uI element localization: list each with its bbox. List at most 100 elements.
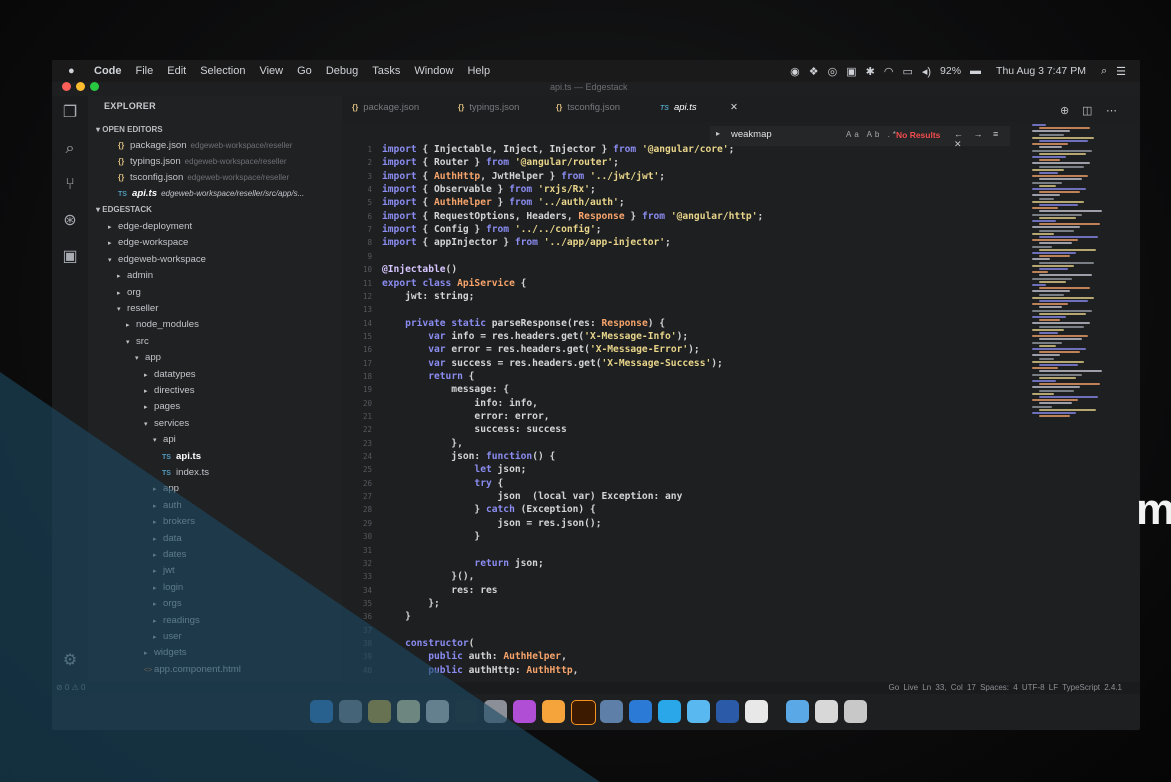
- debug-icon[interactable]: ⊛: [61, 212, 79, 230]
- notes-icon[interactable]: [397, 700, 420, 723]
- document-icon[interactable]: [426, 700, 449, 723]
- folder-icon[interactable]: [786, 700, 809, 723]
- tree-item[interactable]: ▸ login: [153, 580, 183, 595]
- tree-item[interactable]: ▾ api: [153, 432, 176, 447]
- tree-item[interactable]: <> app.component.html: [144, 662, 241, 677]
- problems-indicator[interactable]: ⊘ 0 ⚠ 0: [56, 683, 85, 692]
- preview-icon[interactable]: [600, 700, 623, 723]
- minimize-window-icon[interactable]: [76, 82, 85, 91]
- menu-help[interactable]: Help: [467, 65, 490, 77]
- skype-icon[interactable]: [658, 700, 681, 723]
- system-preferences-icon[interactable]: [484, 700, 507, 723]
- word-icon[interactable]: [716, 700, 739, 723]
- menu-selection[interactable]: Selection: [200, 65, 245, 77]
- files-icon[interactable]: ❐: [61, 104, 79, 122]
- tree-item[interactable]: ▸ dates: [153, 547, 186, 562]
- more-actions-icon[interactable]: ⋯: [1106, 104, 1117, 117]
- extensions-icon[interactable]: ▣: [61, 248, 79, 266]
- tree-item[interactable]: ▾ reseller: [117, 301, 158, 316]
- launchpad-icon[interactable]: [339, 700, 362, 723]
- tree-item[interactable]: ▸ jwt: [153, 563, 175, 578]
- volume-icon[interactable]: ◂): [922, 65, 931, 78]
- split-editor-icon[interactable]: ◫: [1082, 104, 1092, 117]
- slack-icon[interactable]: [745, 700, 768, 723]
- tree-item[interactable]: TS index.ts: [162, 465, 209, 480]
- photo-icon[interactable]: ▣: [846, 65, 856, 78]
- menu-view[interactable]: View: [259, 65, 283, 77]
- tree-item[interactable]: ▸ orgs: [153, 596, 182, 611]
- tree-item[interactable]: ▸ auth: [153, 498, 182, 513]
- tab-typings-json[interactable]: {} typings.json: [458, 102, 519, 113]
- minimap[interactable]: [1032, 124, 1110, 424]
- trash-icon[interactable]: [844, 700, 867, 723]
- tree-item[interactable]: TS api.ts: [162, 449, 201, 464]
- phpstorm-icon[interactable]: [513, 700, 536, 723]
- tab-package-json[interactable]: {} package.json: [352, 102, 419, 113]
- finder-icon[interactable]: [310, 700, 333, 723]
- open-editor-tsconfig-json[interactable]: {} tsconfig.json edgeweb-workspace/reselle…: [118, 170, 289, 185]
- tab-tsconfig-json[interactable]: {} tsconfig.json: [556, 102, 620, 113]
- zoom-window-icon[interactable]: [90, 82, 99, 91]
- tree-item[interactable]: ▸ node_modules: [126, 317, 199, 332]
- illustrator-icon[interactable]: [571, 700, 596, 725]
- clock[interactable]: Thu Aug 3 7:47 PM: [996, 65, 1086, 77]
- menu-window[interactable]: Window: [414, 65, 453, 77]
- check-circle-icon[interactable]: ◉: [790, 65, 800, 78]
- apple-icon[interactable]: ●: [68, 65, 82, 77]
- tree-item[interactable]: ▾ app: [135, 350, 161, 365]
- menu-edit[interactable]: Edit: [167, 65, 186, 77]
- airplay-icon[interactable]: ▭: [902, 65, 912, 78]
- tree-item[interactable]: ▸ pages: [144, 399, 180, 414]
- menu-go[interactable]: Go: [297, 65, 312, 77]
- tree-item[interactable]: ▸ edge-deployment: [108, 219, 192, 234]
- downloads-icon[interactable]: [815, 700, 838, 723]
- menu-app[interactable]: Code: [94, 65, 122, 77]
- tree-item[interactable]: ▸ edge-workspace: [108, 235, 188, 250]
- sketch-icon[interactable]: [542, 700, 565, 723]
- terminal-icon[interactable]: [455, 700, 478, 723]
- open-editors-header[interactable]: ▾ OPEN EDITORS: [96, 125, 163, 134]
- menu-debug[interactable]: Debug: [326, 65, 358, 77]
- menu-tasks[interactable]: Tasks: [372, 65, 400, 77]
- battery-icon[interactable]: ▬: [970, 65, 981, 77]
- spotlight-icon[interactable]: ⌕: [1101, 65, 1107, 78]
- tree-item[interactable]: ▸ datatypes: [144, 367, 196, 382]
- wifi-icon[interactable]: ◠: [884, 65, 894, 78]
- tree-item[interactable]: ▸ readings: [153, 613, 200, 628]
- tree-item[interactable]: ▸ app: [153, 481, 179, 496]
- tree-item[interactable]: ▸ widgets: [144, 645, 187, 660]
- chrome-icon[interactable]: [368, 700, 391, 723]
- tree-item[interactable]: ▸ org: [117, 285, 141, 300]
- code-editor[interactable]: 1 import { Injectable, Inject, Injector }…: [342, 144, 1032, 694]
- find-input[interactable]: weakmap: [731, 129, 772, 140]
- source-control-icon[interactable]: ⑂: [61, 176, 79, 194]
- menu-file[interactable]: File: [136, 65, 154, 77]
- tree-item[interactable]: ▾ services: [144, 416, 189, 431]
- tree-item[interactable]: ▸ admin: [117, 268, 153, 283]
- open-editor-api-ts[interactable]: TS api.ts edgeweb-workspace/reseller/src/a…: [118, 186, 304, 201]
- bluetooth-icon[interactable]: ✱: [866, 65, 875, 78]
- open-preview-icon[interactable]: ⊕: [1060, 104, 1069, 117]
- toggle-replace-icon[interactable]: ▸: [716, 129, 720, 138]
- tree-item[interactable]: ▸ user: [153, 629, 182, 644]
- vscode-icon[interactable]: [629, 700, 652, 723]
- notification-center-icon[interactable]: ☰: [1116, 65, 1126, 78]
- tree-item[interactable]: ▸ directives: [144, 383, 195, 398]
- tree-item[interactable]: ▾ src: [126, 334, 149, 349]
- close-tab-icon[interactable]: ✕: [730, 102, 738, 113]
- find-options[interactable]: Aa Ab .*: [846, 130, 899, 139]
- tree-item[interactable]: ▸ data: [153, 531, 182, 546]
- dropbox-icon[interactable]: ❖: [809, 65, 819, 78]
- tree-item[interactable]: ▸ brokers: [153, 514, 195, 529]
- project-header[interactable]: ▾ EDGESTACK: [96, 205, 152, 214]
- close-window-icon[interactable]: [62, 82, 71, 91]
- search-icon[interactable]: ⌕: [61, 140, 79, 158]
- status-right-items[interactable]: Go Live Ln 33, Col 17 Spaces: 4 UTF-8 LF…: [888, 683, 1122, 692]
- tree-item[interactable]: ▾ edgeweb-workspace: [108, 252, 206, 267]
- tab-api-ts[interactable]: TS api.ts: [660, 102, 697, 113]
- eye-icon[interactable]: ◎: [828, 65, 838, 78]
- open-editor-typings-json[interactable]: {} typings.json edgeweb-workspace/reseller: [118, 154, 287, 169]
- gear-icon[interactable]: ⚙: [61, 652, 79, 670]
- open-editor-package-json[interactable]: {} package.json edgeweb-workspace/reseller: [118, 138, 292, 153]
- messages-icon[interactable]: [687, 700, 710, 723]
